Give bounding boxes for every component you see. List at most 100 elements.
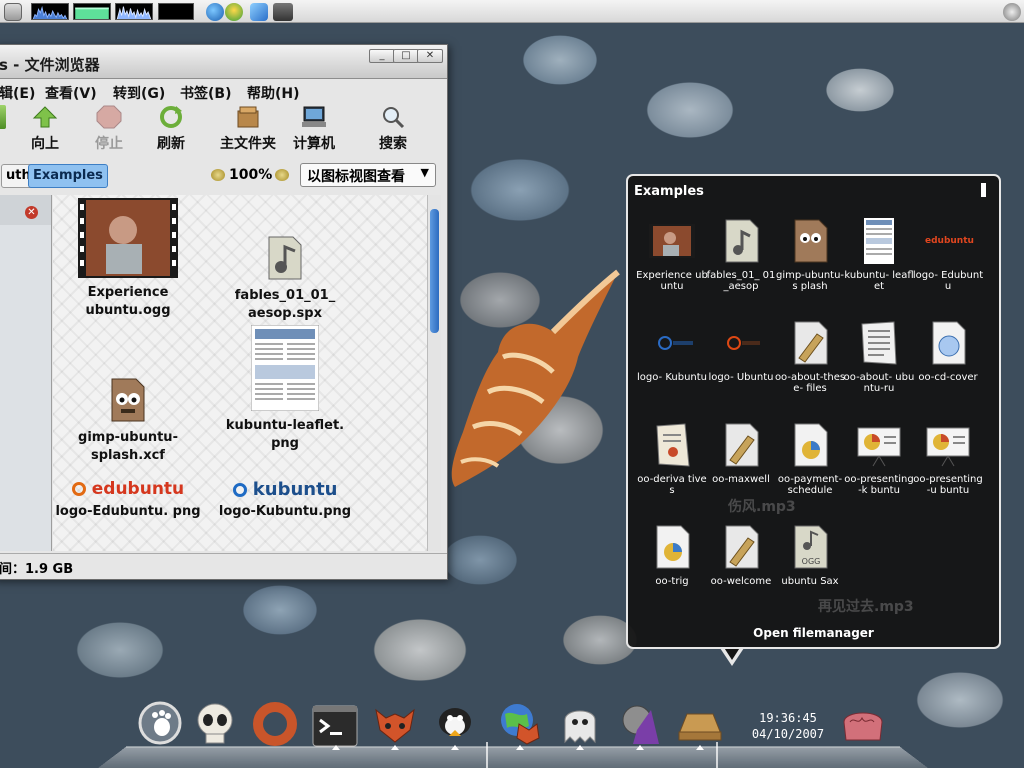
close-pane-icon[interactable]: ✕ bbox=[25, 206, 38, 219]
home-folder-icon bbox=[237, 106, 259, 128]
edubuntu-logo-text: edubuntu bbox=[91, 479, 185, 499]
spreadsheet-document-icon bbox=[656, 525, 690, 569]
stack-item-label: Experience ubuntu bbox=[636, 270, 708, 292]
math-document-icon bbox=[656, 423, 690, 467]
home-button[interactable]: 主文件夹 bbox=[215, 105, 281, 155]
back-icon bbox=[0, 105, 6, 129]
computer-button[interactable]: 计算机 bbox=[287, 105, 341, 155]
menu-bookmarks[interactable]: 书签(B) bbox=[180, 83, 231, 103]
wizard-icon[interactable] bbox=[617, 700, 663, 746]
writer-document-icon bbox=[794, 321, 828, 365]
computer-icon[interactable] bbox=[4, 3, 22, 21]
stack-item-oo-derivatives[interactable]: oo-deriva tives bbox=[636, 422, 708, 496]
stack-item-label: oo-maxwell bbox=[712, 474, 770, 485]
stack-item-logo-edubuntu[interactable]: edubuntu logo- Edubuntu bbox=[912, 218, 984, 292]
leaflet-thumbnail-icon bbox=[251, 325, 319, 411]
minimize-button[interactable]: _ bbox=[369, 49, 395, 63]
stack-item-label: oo-welcome bbox=[710, 576, 772, 587]
search-button[interactable]: 搜索 bbox=[371, 105, 415, 155]
window-titlebar[interactable]: s - 文件浏览器 _ □ ✕ bbox=[0, 45, 447, 79]
browser-icon[interactable] bbox=[206, 3, 224, 21]
stack-item-logo-kubuntu[interactable]: logo- Kubuntu bbox=[636, 320, 708, 383]
stack-item-logo-ubuntu[interactable]: logo- Ubuntu bbox=[705, 320, 777, 383]
view-mode-select[interactable]: 以图标视图查看 ▼ bbox=[300, 163, 436, 187]
file-item[interactable]: Experience ubuntu.ogg bbox=[53, 198, 203, 320]
stack-item-oo-presenting-kubuntu[interactable]: oo-presenting-k buntu bbox=[843, 422, 915, 496]
file-item[interactable]: kubuntu-leaflet. png bbox=[210, 325, 360, 453]
stack-item-oo-about-ubuntu-ru[interactable]: oo-about- ubuntu-ru bbox=[843, 320, 915, 394]
up-button[interactable]: 向上 bbox=[23, 105, 67, 155]
penguin-icon[interactable] bbox=[432, 700, 478, 746]
update-icon[interactable] bbox=[1003, 3, 1021, 21]
running-indicator bbox=[451, 745, 459, 750]
zoom-in-icon[interactable] bbox=[275, 169, 289, 181]
zoom-out-icon[interactable] bbox=[211, 169, 225, 181]
kubuntu-logo: kubuntu bbox=[210, 479, 360, 501]
video-thumbnail-icon bbox=[78, 198, 178, 278]
file-item[interactable]: gimp-ubuntu- splash.xcf bbox=[53, 377, 203, 465]
stack-item-oo-welcome[interactable]: oo-welcome bbox=[705, 524, 777, 587]
ghost-label: 伤风.mp3 bbox=[728, 499, 796, 515]
back-button[interactable] bbox=[0, 105, 7, 155]
stack-item-oo-payment-schedule[interactable]: oo-payment- schedule bbox=[774, 422, 846, 496]
reload-button[interactable]: 刷新 bbox=[149, 105, 193, 155]
stack-scrollbar[interactable] bbox=[981, 183, 986, 197]
printer-icon[interactable] bbox=[273, 3, 293, 21]
stack-item-gimp-splash[interactable]: gimp-ubuntu-s plash bbox=[774, 218, 846, 292]
search-label: 搜索 bbox=[379, 136, 407, 152]
file-item[interactable]: edubuntu logo-Edubuntu. png bbox=[53, 479, 203, 521]
kubuntu-mark-icon bbox=[232, 483, 247, 497]
toolbar: 向上 停止 刷新 主文件夹 计算机 搜索 bbox=[0, 101, 447, 159]
skull-icon[interactable] bbox=[192, 700, 238, 746]
scrollbar-thumb[interactable] bbox=[430, 209, 439, 333]
browser-globe-icon[interactable] bbox=[497, 700, 543, 746]
stack-item-ubuntu-sax[interactable]: OGG ubuntu Sax bbox=[774, 524, 846, 587]
menu-go[interactable]: 转到(G) bbox=[113, 83, 165, 103]
close-button[interactable]: ✕ bbox=[417, 49, 443, 63]
menubar: 辑(E) 查看(V) 转到(G) 书签(B) 帮助(H) bbox=[0, 79, 447, 103]
stack-item-fables[interactable]: fables_01_ 01_aesop bbox=[705, 218, 777, 292]
trash-brain-icon[interactable] bbox=[840, 700, 886, 746]
menu-help[interactable]: 帮助(H) bbox=[247, 83, 300, 103]
running-indicator bbox=[516, 745, 524, 750]
file-item[interactable]: fables_01_01_ aesop.spx bbox=[210, 235, 360, 323]
gimp-file-icon bbox=[111, 378, 145, 422]
file-name: logo-Kubuntu.png bbox=[218, 504, 352, 519]
memory-graph[interactable] bbox=[73, 3, 111, 20]
reload-label: 刷新 bbox=[157, 136, 185, 152]
dock-clock[interactable]: 19:36:45 04/10/2007 bbox=[748, 710, 828, 742]
cpu-graph[interactable] bbox=[31, 3, 69, 20]
stack-item-label: logo- Ubuntu bbox=[708, 372, 774, 383]
maximize-button[interactable]: □ bbox=[393, 49, 419, 63]
terminal-icon[interactable] bbox=[312, 704, 358, 750]
open-filemanager-link[interactable]: Open filemanager bbox=[628, 626, 999, 640]
stop-button[interactable]: 停止 bbox=[87, 105, 131, 155]
ghost-icon[interactable] bbox=[557, 700, 603, 746]
load-graph[interactable] bbox=[158, 3, 194, 20]
stack-item-kubuntu-leaflet[interactable]: kubuntu- leaflet bbox=[843, 218, 915, 292]
menu-edit[interactable]: 辑(E) bbox=[0, 83, 35, 103]
stack-item-oo-cd-cover[interactable]: oo-cd-cover bbox=[912, 320, 984, 383]
folder-drawer-icon[interactable] bbox=[677, 700, 723, 746]
ogg-audio-icon: OGG bbox=[794, 525, 828, 569]
edubuntu-logo-text: edubuntu bbox=[925, 236, 974, 246]
chat-icon[interactable] bbox=[225, 3, 243, 21]
gnome-foot-icon[interactable] bbox=[137, 700, 183, 746]
stack-item-oo-maxwell[interactable]: oo-maxwell bbox=[705, 422, 777, 485]
stack-item-oo-trig[interactable]: oo-trig bbox=[636, 524, 708, 587]
menu-view[interactable]: 查看(V) bbox=[45, 83, 97, 103]
stack-item-label: oo-about- ubuntu-ru bbox=[843, 372, 915, 394]
thunderbird-icon[interactable] bbox=[250, 3, 268, 21]
stack-item-experience-ubuntu[interactable]: Experience ubuntu bbox=[636, 218, 708, 292]
file-item[interactable]: kubuntu logo-Kubuntu.png bbox=[210, 479, 360, 521]
network-graph[interactable] bbox=[115, 3, 153, 20]
breadcrumb-current[interactable]: Examples bbox=[28, 164, 108, 188]
ring-icon[interactable] bbox=[252, 700, 298, 746]
draw-document-icon bbox=[932, 321, 966, 365]
firefox-fox-icon[interactable] bbox=[372, 700, 418, 746]
top-panel bbox=[0, 0, 1024, 23]
stack-item-label: oo-cd-cover bbox=[918, 372, 978, 383]
stack-item-oo-presenting-ubuntu[interactable]: oo-presenting-u buntu bbox=[912, 422, 984, 496]
vertical-scrollbar[interactable] bbox=[427, 195, 441, 551]
stack-item-oo-about-these-files[interactable]: oo-about-these- files bbox=[774, 320, 846, 394]
